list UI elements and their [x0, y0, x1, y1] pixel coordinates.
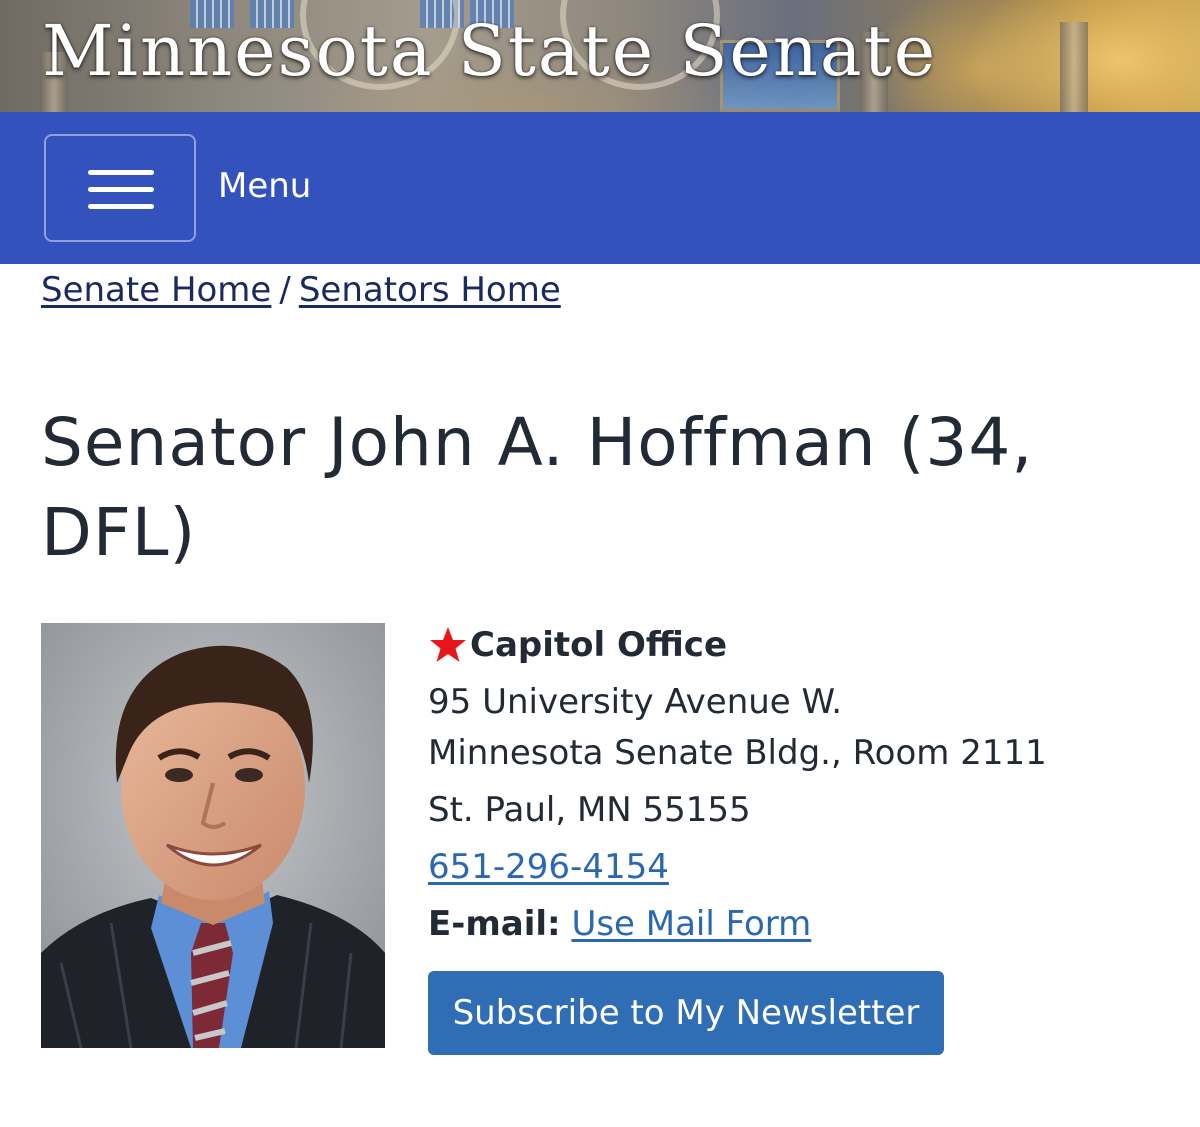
breadcrumb-senate-home-link[interactable]: Senate Home: [41, 270, 271, 310]
phone-row: 651-296-4154: [428, 839, 1148, 896]
capitol-office-info: Capitol Office 95 University Avenue W. M…: [428, 622, 1148, 953]
page-title: Senator John A. Hoffman (34, DFL): [41, 404, 1034, 571]
breadcrumb: Senate Home / Senators Home: [41, 270, 561, 310]
site-title[interactable]: Minnesota State Senate: [42, 10, 937, 92]
subscribe-newsletter-button[interactable]: Subscribe to My Newsletter: [428, 971, 944, 1055]
address-line: 95 University Avenue W.: [428, 682, 843, 722]
banner-column-decoration: [1060, 22, 1088, 112]
email-label: E-mail:: [428, 904, 561, 944]
star-icon: [430, 627, 466, 662]
address-line: St. Paul, MN 55155: [428, 790, 751, 830]
breadcrumb-separator: /: [279, 270, 291, 310]
menu-label[interactable]: Menu: [218, 166, 311, 206]
menu-toggle-button[interactable]: [44, 134, 196, 242]
navbar: Menu: [0, 112, 1200, 264]
breadcrumb-senators-home-link[interactable]: Senators Home: [299, 270, 561, 310]
senator-photo: [41, 623, 385, 1048]
site-banner: Minnesota State Senate: [0, 0, 1200, 112]
email-row: E-mail: Use Mail Form: [428, 896, 1148, 953]
mail-form-link[interactable]: Use Mail Form: [571, 904, 811, 944]
hamburger-icon: [88, 204, 154, 209]
phone-link[interactable]: 651-296-4154: [428, 847, 669, 887]
office-heading-label: Capitol Office: [470, 625, 728, 665]
office-heading: Capitol Office: [428, 622, 1148, 668]
hamburger-icon: [88, 170, 154, 175]
address-line: Minnesota Senate Bldg., Room 2111: [428, 733, 1047, 773]
hamburger-icon: [88, 187, 154, 192]
